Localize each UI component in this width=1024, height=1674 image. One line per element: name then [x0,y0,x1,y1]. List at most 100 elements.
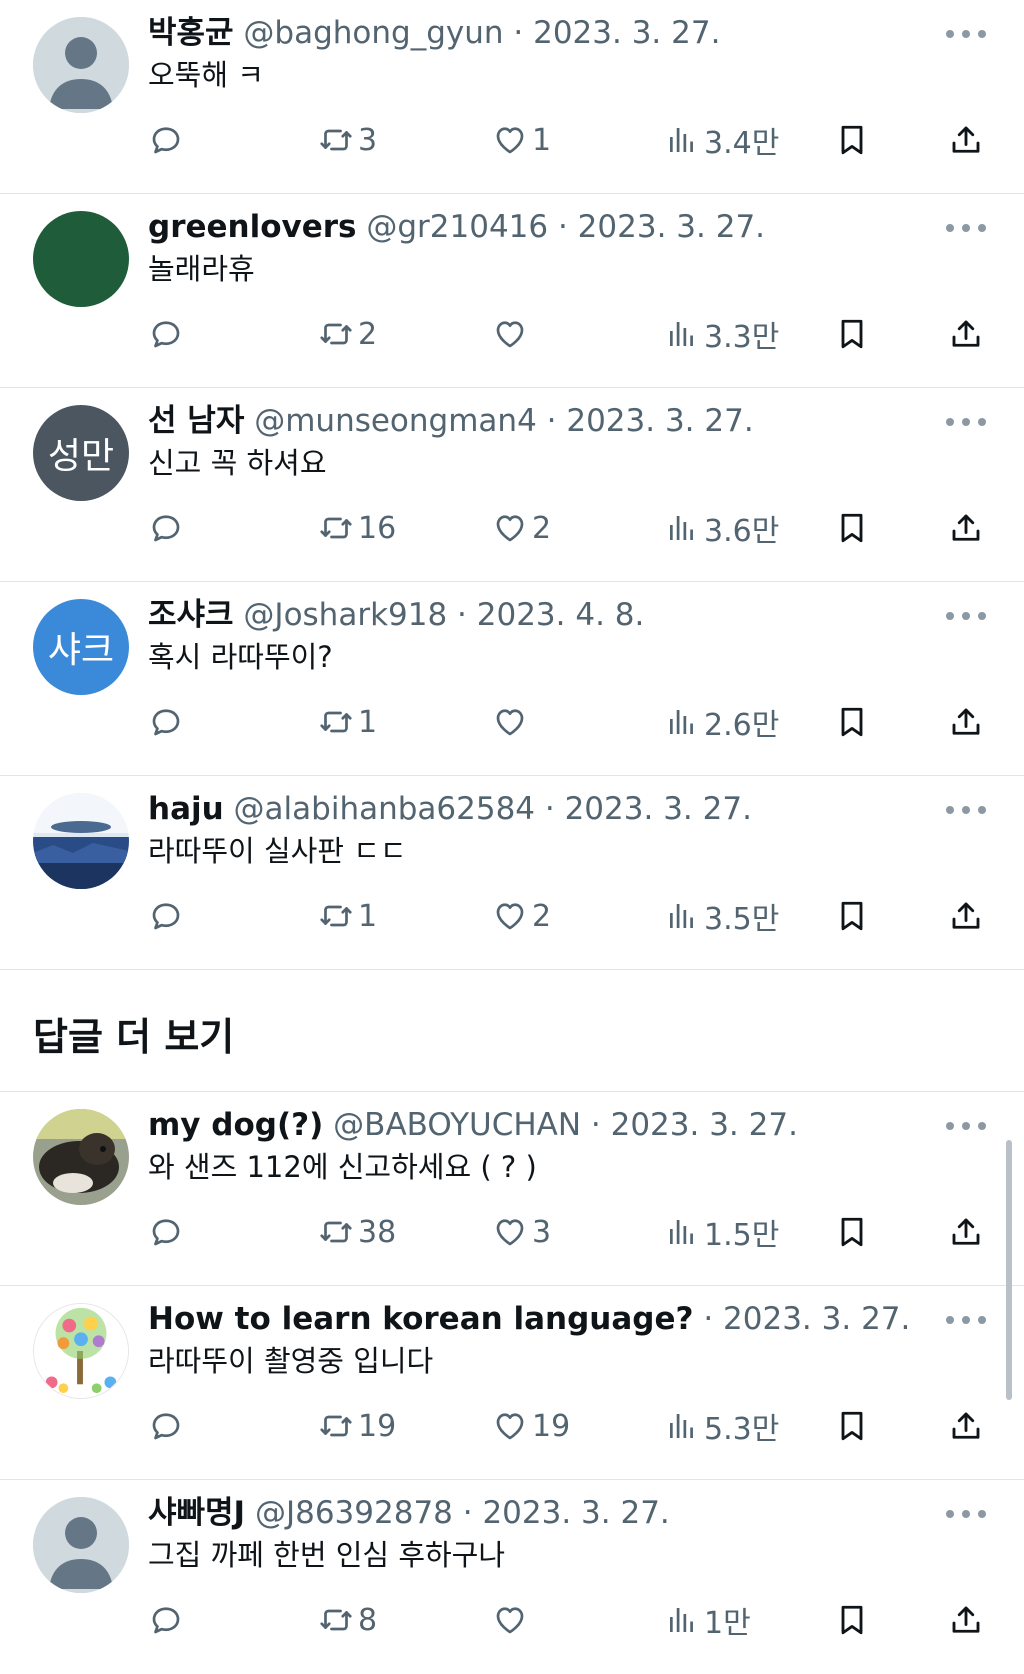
reply-tweet[interactable]: How to learn korean language? · 2023. 3.… [0,1286,1024,1480]
avatar[interactable] [33,793,129,889]
bookmark-button[interactable] [834,116,870,164]
display-name[interactable]: greenlovers [148,209,357,245]
views-button[interactable]: 3.5만 [664,892,779,940]
view-count: 1만 [704,1606,751,1641]
avatar[interactable] [33,1497,129,1593]
retweet-button[interactable]: 38 [318,1208,396,1256]
share-button[interactable] [948,504,984,552]
reply-tweet[interactable]: 성만 선 남자 @munseongman4 · 2023. 3. 27. 신고 꼭 … [0,388,1024,582]
views-button[interactable]: 3.6만 [664,504,779,552]
reply-icon [148,704,184,740]
more-icon[interactable] [946,1308,986,1332]
like-button[interactable] [492,698,532,746]
avatar[interactable]: 성만 [33,405,129,501]
reply-tweet[interactable]: haju @alabihanba62584 · 2023. 3. 27. 라따뚜이… [0,776,1024,970]
display-name[interactable]: How to learn korean language? [148,1301,693,1337]
display-name[interactable]: haju [148,791,224,827]
share-icon [948,316,984,352]
views-button[interactable]: 1만 [664,1596,751,1644]
bookmark-button[interactable] [834,1402,870,1450]
reply-tweet[interactable]: my dog(?) @BABOYUCHAN · 2023. 3. 27. 와 샌즈… [0,1092,1024,1286]
like-button[interactable]: 2 [492,892,551,940]
bookmark-button[interactable] [834,698,870,746]
more-icon[interactable] [946,798,986,822]
share-icon [948,122,984,158]
share-button[interactable] [948,116,984,164]
bookmark-button[interactable] [834,892,870,940]
reply-button[interactable] [148,892,184,940]
more-icon[interactable] [946,22,986,46]
more-replies-section: 답글 더 보기 [0,970,1024,1092]
reply-feed: 박홍균 @baghong_gyun · 2023. 3. 27. 오뚝해 ㅋ313… [0,0,1024,1674]
reply-tweet[interactable]: 샤빠명J @J86392878 · 2023. 3. 27. 그집 까페 한번 인… [0,1480,1024,1674]
like-icon [492,1602,528,1638]
like-button[interactable]: 2 [492,504,551,552]
reply-tweet[interactable]: 박홍균 @baghong_gyun · 2023. 3. 27. 오뚝해 ㅋ313… [0,0,1024,194]
like-icon [492,122,528,158]
share-button[interactable] [948,698,984,746]
display-name[interactable]: 샤빠명J [148,1495,245,1531]
share-button[interactable] [948,310,984,358]
retweet-button[interactable]: 1 [318,892,377,940]
display-name[interactable]: my dog(?) [148,1107,323,1143]
share-button[interactable] [948,1596,984,1644]
avatar[interactable] [33,17,129,113]
scrollbar[interactable] [1006,1140,1012,1400]
retweet-button[interactable]: 8 [318,1596,377,1644]
retweet-button[interactable]: 2 [318,310,377,358]
display-name[interactable]: 조샤크 [148,597,234,633]
tweet-actions: 1 2 3.5만 [148,892,988,940]
like-button[interactable]: 19 [492,1402,570,1450]
views-button[interactable]: 2.6만 [664,698,779,746]
view-count: 3.3만 [704,320,780,355]
views-button[interactable]: 1.5만 [664,1208,779,1256]
views-button[interactable]: 3.4만 [664,116,779,164]
tweet-text: 혹시 라따뚜이? [148,640,333,674]
more-icon[interactable] [946,216,986,240]
bookmark-button[interactable] [834,310,870,358]
reply-button[interactable] [148,116,184,164]
bookmark-button[interactable] [834,1208,870,1256]
avatar[interactable] [33,1303,129,1399]
more-icon[interactable] [946,604,986,628]
retweet-icon [318,1214,354,1250]
share-button[interactable] [948,1208,984,1256]
retweet-button[interactable]: 3 [318,116,377,164]
retweet-button[interactable]: 16 [318,504,396,552]
retweet-count: 19 [358,1408,397,1444]
like-button[interactable]: 3 [492,1208,551,1256]
views-button[interactable]: 5.3만 [664,1402,779,1450]
retweet-icon [318,1602,354,1638]
like-button[interactable] [492,310,532,358]
tweet-header: my dog(?) @BABOYUCHAN · 2023. 3. 27. [148,1106,924,1144]
more-icon[interactable] [946,1114,986,1138]
bookmark-button[interactable] [834,504,870,552]
reply-button[interactable] [148,1596,184,1644]
like-icon [492,704,528,740]
reply-button[interactable] [148,1402,184,1450]
reply-button[interactable] [148,1208,184,1256]
retweet-button[interactable]: 19 [318,1402,396,1450]
avatar[interactable]: 샤크 [33,599,129,695]
views-button[interactable]: 3.3만 [664,310,779,358]
reply-button[interactable] [148,504,184,552]
reply-tweet[interactable]: greenlovers @gr210416 · 2023. 3. 27. 놀래라휴… [0,194,1024,388]
avatar[interactable] [33,1109,129,1205]
reply-button[interactable] [148,310,184,358]
tweet-actions: 38 3 1.5만 [148,1208,988,1256]
like-button[interactable] [492,1596,532,1644]
avatar[interactable] [33,211,129,307]
display-name[interactable]: 선 남자 [148,403,244,439]
avatar-initials: 샤크 [47,630,115,671]
reply-icon [148,316,184,352]
share-button[interactable] [948,892,984,940]
more-icon[interactable] [946,410,986,434]
reply-tweet[interactable]: 샤크 조샤크 @Joshark918 · 2023. 4. 8. 혹시 라따뚜이? 1… [0,582,1024,776]
reply-button[interactable] [148,698,184,746]
display-name[interactable]: 박홍균 [148,15,234,51]
bookmark-button[interactable] [834,1596,870,1644]
retweet-button[interactable]: 1 [318,698,377,746]
more-icon[interactable] [946,1502,986,1526]
like-button[interactable]: 1 [492,116,551,164]
share-button[interactable] [948,1402,984,1450]
